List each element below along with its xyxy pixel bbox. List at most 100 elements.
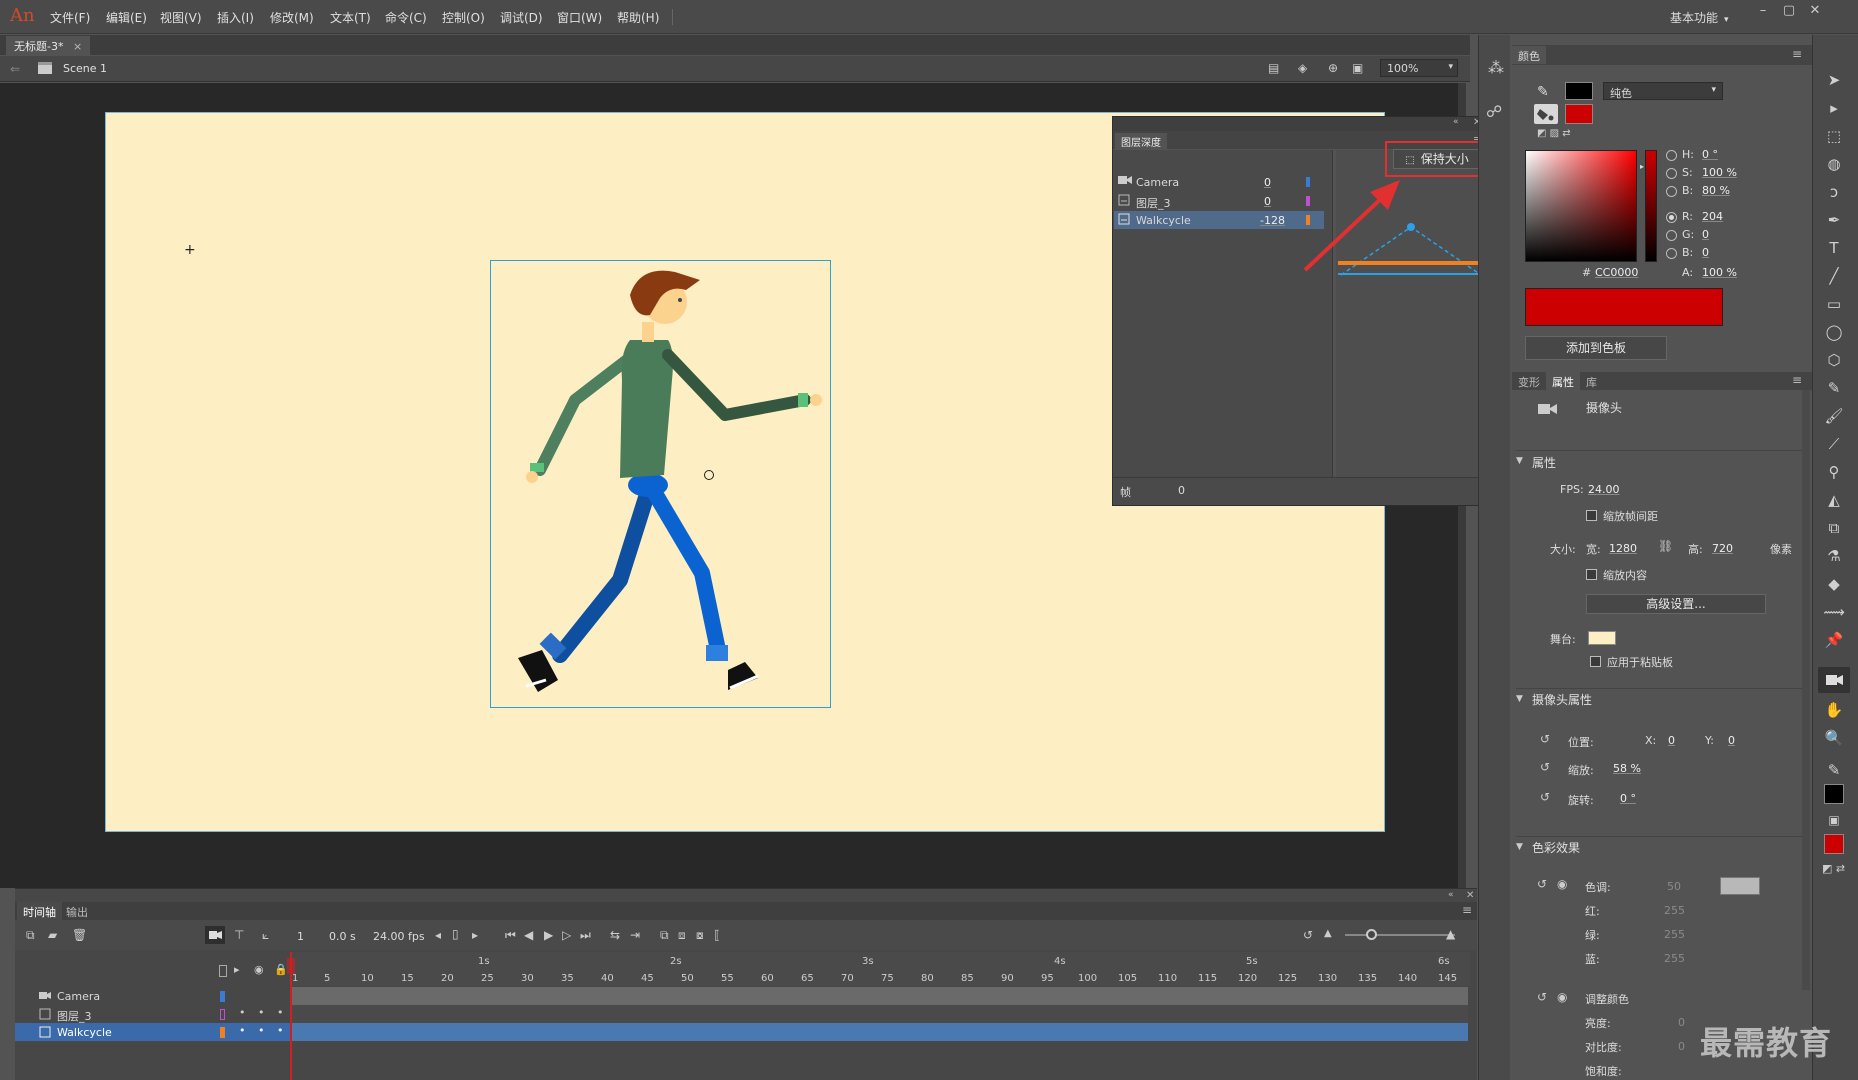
collapse-triangle-icon[interactable]: ▼ [1516,842,1523,852]
panel-menu-icon[interactable]: ≡ [1462,903,1472,917]
onion-skin-icon[interactable]: ⧉ [660,928,669,943]
lock-dot[interactable]: • [277,1024,284,1037]
playhead-handle[interactable] [287,958,295,974]
center-stage-icon[interactable]: ⊕ [1328,61,1338,75]
layer-color-swatch[interactable] [220,991,225,1002]
zoom-select[interactable]: 100% ▾ [1380,59,1458,77]
reset-icon[interactable]: ↺ [1540,790,1550,804]
text-tool-icon[interactable]: T [1822,236,1846,260]
swap-colors-icon[interactable]: ◩ ⇄ [1822,862,1845,875]
loop-icon[interactable]: ⇆ [610,928,620,942]
lock-column-icon[interactable]: 🔒 [274,963,288,976]
zoom-in-icon[interactable]: ▲ [1446,927,1455,941]
menu-commands[interactable]: 命令(C) [385,9,427,26]
line-tool-icon[interactable]: ╱ [1822,264,1846,288]
menu-window[interactable]: 窗口(W) [557,9,602,26]
parenting-icon[interactable]: ⊤ [234,928,244,942]
ink-bottle-tool-icon[interactable]: ⧉ [1822,516,1846,540]
zoom-out-icon[interactable]: ▲ [1324,928,1332,939]
next-keyframe-icon[interactable]: ▸ [472,928,478,942]
menu-insert[interactable]: 插入(I) [217,9,254,26]
frames-row-walkcycle[interactable] [290,1023,1468,1041]
width-value[interactable]: 1280 [1609,542,1637,555]
fill-bucket-icon[interactable] [1534,104,1558,124]
graph-icon[interactable]: ⟀ [262,928,269,943]
tab-layer-depth[interactable]: 图层深度 [1115,133,1167,149]
menu-debug[interactable]: 调试(D) [500,9,543,26]
layer-color-swatch[interactable] [220,1027,225,1038]
new-folder-icon[interactable]: ▰ [48,928,57,942]
layer-row-camera[interactable]: Camera [15,987,290,1005]
close-tab-icon[interactable]: × [73,40,82,53]
properties-scrollbar[interactable] [1802,390,1810,990]
radio-b2[interactable] [1666,248,1677,259]
tab-output[interactable]: 输出 [60,902,94,920]
brush-tool-icon[interactable]: ⟋ [1822,432,1846,456]
tab-properties[interactable]: 属性 [1546,372,1580,390]
paint-brush-tool-icon[interactable]: 🖌 [1822,404,1846,428]
free-transform-tool-icon[interactable]: ⬚ [1822,124,1846,148]
frames-row-camera[interactable] [290,987,1468,1005]
play-icon[interactable]: ▶ [544,928,553,942]
lasso-tool-icon[interactable]: ↄ [1822,180,1846,204]
stroke-pencil-icon[interactable]: ✎ [1537,84,1549,100]
radio-h[interactable] [1666,150,1677,161]
g-value[interactable]: 0 [1702,228,1709,241]
advanced-settings-button[interactable]: 高级设置... [1586,594,1766,614]
layer-color-swatch[interactable] [220,1009,225,1020]
radio-b[interactable] [1666,186,1677,197]
eye-column-icon[interactable]: ◉ [254,963,264,976]
menu-control[interactable]: 控制(O) [442,9,485,26]
edit-scene-icon[interactable]: ▤ [1268,61,1279,75]
h-value[interactable]: 0 ° [1702,148,1718,161]
blue-value[interactable]: 0 [1702,246,1709,259]
eye-icon[interactable]: ◉ [1557,990,1567,1004]
link-icon[interactable]: ⛓ [1658,539,1673,553]
s-value[interactable]: 100 % [1702,166,1737,179]
collapse-icon[interactable]: « [1453,117,1459,127]
step-back-icon[interactable]: ◀ [524,928,533,942]
camera-toggle-icon[interactable] [205,926,225,944]
keep-size-button[interactable]: ⬚ 保持大小 [1393,149,1481,169]
radio-g[interactable] [1666,230,1677,241]
stage-color-swatch[interactable] [1588,631,1616,645]
outline-column-icon[interactable] [219,965,227,977]
onion-outlines-icon[interactable]: ⧈ [678,928,686,943]
reset-icon[interactable]: ↺ [1537,877,1547,891]
stroke-color-icon[interactable]: ✎ [1822,758,1846,782]
undo-icon[interactable]: ↺ [1303,928,1313,942]
tint-color-swatch[interactable] [1720,877,1760,895]
minimize-icon[interactable]: – [1752,3,1774,21]
add-to-swatches-button[interactable]: 添加到色板 [1525,336,1667,360]
document-tab[interactable]: 无标题-3* × [6,36,91,55]
fill-color-icon[interactable]: ▣ [1822,808,1846,832]
first-frame-icon[interactable]: ⏮ [505,928,516,943]
red-value[interactable]: 255 [1664,904,1685,917]
radio-r[interactable] [1666,212,1677,223]
visibility-dot[interactable]: • [239,1024,246,1037]
alpha-value[interactable]: 100 % [1702,266,1737,279]
section-color-effect-title[interactable]: 色彩效果 [1532,839,1580,856]
tab-transform[interactable]: 变形 [1512,372,1546,390]
selection-tool-icon[interactable]: ➤ [1822,68,1846,92]
menu-text[interactable]: 文本(T) [330,9,371,26]
zoom-tool-icon[interactable]: 🔍 [1822,726,1846,750]
current-time[interactable]: 0.0 s [329,930,356,943]
pen-tool-icon[interactable]: ✒ [1822,208,1846,232]
eyedropper-tool-icon[interactable]: ⚗ [1822,544,1846,568]
y-value[interactable]: 0 [1728,734,1735,747]
panel-menu-icon[interactable]: ≡ [1792,47,1802,61]
scene-name[interactable]: Scene 1 [63,62,107,75]
x-value[interactable]: 0 [1668,734,1675,747]
back-arrow-icon[interactable]: ⇐ [10,62,20,76]
hex-value[interactable]: CC0000 [1595,266,1638,279]
collapse-triangle-icon[interactable]: ▼ [1516,456,1523,466]
section-camera-title[interactable]: 摄像头属性 [1532,691,1592,708]
clip-content-icon[interactable]: ▣ [1352,61,1363,75]
depth-value[interactable]: 0 [1264,176,1271,189]
reset-icon[interactable]: ↺ [1540,760,1550,774]
r-value[interactable]: 204 [1702,210,1723,223]
outline-dot[interactable]: • [258,1006,265,1019]
timeline-zoom-slider[interactable] [1345,934,1455,936]
reset-icon[interactable]: ↺ [1537,990,1547,1004]
